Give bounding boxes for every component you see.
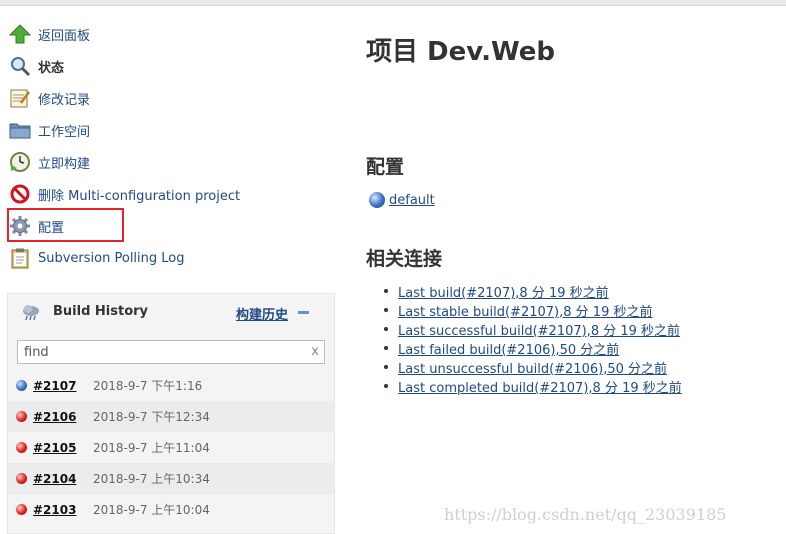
sidebar-item-label: Subversion Polling Log [38, 250, 185, 266]
list-item: Last successful build(#2107),8 分 19 秒之前 [384, 320, 682, 339]
build-date: 2018-9-7 上午10:04 [93, 503, 210, 517]
build-row: #2106 2018-9-7 下午12:34 [8, 401, 334, 432]
config-status-success-icon [369, 192, 385, 208]
last-stable-build-link[interactable]: Last stable build(#2107),8 分 19 秒之前 [398, 305, 652, 320]
build-trend-link[interactable]: 构建历史 [236, 304, 288, 323]
sidebar-item-changes[interactable]: 修改记录 [8, 85, 90, 111]
last-successful-build-link[interactable]: Last successful build(#2107),8 分 19 秒之前 [398, 324, 680, 339]
sidebar-item-label: 工作空间 [38, 124, 91, 140]
build-number-link[interactable]: #2106 [33, 410, 76, 424]
build-row: #2107 2018-9-7 下午1:16 [8, 370, 334, 401]
sidebar-item-delete-project[interactable]: 删除 Multi-configuration project [8, 181, 240, 207]
clear-search-icon[interactable]: x [311, 344, 319, 359]
build-date: 2018-9-7 上午11:04 [93, 441, 210, 455]
sidebar-item-label: 状态 [38, 60, 65, 76]
build-number-link[interactable]: #2103 [33, 503, 76, 517]
sidebar-item-workspace[interactable]: 工作空间 [8, 117, 90, 143]
up-arrow-icon [8, 22, 32, 46]
sidebar-item-label: 修改记录 [38, 92, 91, 108]
last-unsuccessful-build-link[interactable]: Last unsuccessful build(#2106),50 分之前 [398, 362, 667, 377]
sidebar-item-subversion-polling-log[interactable]: Subversion Polling Log [8, 245, 185, 271]
sidebar-item-label: 返回面板 [38, 28, 91, 44]
sidebar-item-label: 删除 Multi-configuration project [38, 188, 241, 204]
page-title: 项目 Dev.Web [366, 37, 555, 67]
build-number-link[interactable]: #2105 [33, 441, 76, 455]
weather-cloud-icon [21, 303, 41, 325]
related-links-heading: 相关连接 [366, 248, 443, 270]
build-number-link[interactable]: #2104 [33, 472, 76, 486]
configurations-heading: 配置 [366, 156, 405, 178]
sidebar-item-back-to-dashboard[interactable]: 返回面板 [8, 21, 90, 47]
folder-icon [8, 118, 32, 142]
notepad-icon [8, 86, 32, 110]
list-item: Last unsuccessful build(#2106),50 分之前 [384, 358, 682, 377]
build-row: #2103 2018-9-7 上午10:04 [8, 494, 334, 525]
clipboard-icon [8, 246, 32, 270]
search-icon [8, 54, 32, 78]
list-item: Last failed build(#2106),50 分之前 [384, 339, 682, 358]
top-bar [0, 0, 786, 6]
build-status-failed-icon [16, 442, 27, 453]
clock-icon [8, 150, 32, 174]
list-item: Last completed build(#2107),8 分 19 秒之前 [384, 377, 682, 396]
list-item: Last build(#2107),8 分 19 秒之前 [384, 282, 682, 301]
build-date: 2018-9-7 下午1:16 [93, 379, 203, 393]
build-date: 2018-9-7 下午12:34 [93, 410, 210, 424]
watermark: https://blog.csdn.net/qq_23039185 [444, 505, 727, 524]
sidebar-item-status[interactable]: 状态 [8, 53, 64, 79]
build-status-failed-icon [16, 473, 27, 484]
build-search-box: x [17, 340, 325, 364]
config-default-link[interactable]: default [389, 193, 435, 208]
collapse-minus-icon[interactable] [298, 311, 309, 314]
build-row: #2105 2018-9-7 上午11:04 [8, 432, 334, 463]
list-item: Last stable build(#2107),8 分 19 秒之前 [384, 301, 682, 320]
build-history-panel: Build History 构建历史 x #2107 2018-9-7 下午1:… [7, 293, 335, 534]
build-status-success-icon [16, 380, 27, 391]
sidebar-item-build-now[interactable]: 立即构建 [8, 149, 90, 175]
related-links-list: Last build(#2107),8 分 19 秒之前 Last stable… [384, 282, 682, 396]
sidebar-item-label: 立即构建 [38, 156, 91, 172]
no-entry-icon [8, 182, 32, 206]
last-build-link[interactable]: Last build(#2107),8 分 19 秒之前 [398, 286, 609, 301]
build-status-failed-icon [16, 504, 27, 515]
build-status-failed-icon [16, 411, 27, 422]
last-failed-build-link[interactable]: Last failed build(#2106),50 分之前 [398, 343, 619, 358]
build-number-link[interactable]: #2107 [33, 379, 76, 393]
last-completed-build-link[interactable]: Last completed build(#2107),8 分 19 秒之前 [398, 381, 682, 396]
build-date: 2018-9-7 上午10:34 [93, 472, 210, 486]
build-row: #2104 2018-9-7 上午10:34 [8, 463, 334, 494]
build-search-input[interactable] [18, 341, 300, 364]
build-history-title: Build History [53, 304, 149, 319]
configure-highlight-box [7, 208, 124, 242]
configuration-item: default [369, 192, 435, 208]
